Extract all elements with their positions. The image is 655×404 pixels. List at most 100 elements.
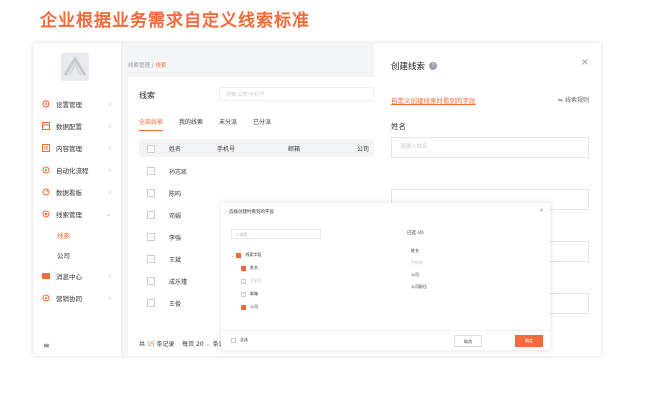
field-picker-dialog: 选择创建时看到的字段 × ⌕ 搜索 ⌄ 线索字段 姓名 手机号 邮箱 公司 已选 … [221,203,550,350]
pager-count: 15 [146,341,155,348]
sidebar-item-label: 消息中心 [56,273,82,281]
sidebar-item-label: 设置管理 [56,101,82,109]
tab-all-clues[interactable]: 全部线索 [139,117,164,131]
tab-my-clues[interactable]: 我的线索 [179,117,203,131]
dashboard-icon [42,188,50,196]
dialog-cancel-button[interactable]: 取消 [454,335,482,347]
clue-rule-label: 线索规则 [564,97,589,104]
content-icon [42,144,50,152]
row-checkbox[interactable] [147,167,155,175]
customize-fields-link[interactable]: 自定义创建线索时看到的字段 [391,95,476,105]
sidebar-item-content[interactable]: 内容管理 › [33,137,121,159]
pager-suffix: 条记录 [156,341,175,348]
row-checkbox[interactable] [147,255,155,263]
chevron-down-icon[interactable]: ⌄ [206,341,211,348]
per-page-select[interactable]: 20 [196,341,204,348]
row-name: 邓娟 [169,213,182,220]
row-checkbox[interactable] [147,189,155,197]
chevron-right-icon: › [108,144,111,152]
tree-item-name[interactable]: 姓名 [241,265,258,271]
tree-item-email[interactable]: 邮箱 [241,291,258,297]
chevron-right-icon: › [108,166,111,174]
selected-count-title: 已选 (4) [407,231,424,236]
name-field[interactable]: 请输入姓名 [391,137,589,158]
help-icon[interactable]: ? [429,62,438,70]
sidebar-nav: 设置管理 › 数据配置 › 内容管理 › 自动化流程 › 数据看板 › 线索管理… [33,93,121,309]
tree-item-phone[interactable]: 手机号 [241,278,262,284]
name-label: 姓名 [391,122,406,131]
row-name: 王斌 [169,257,182,264]
tree-label: 姓名 [250,265,258,270]
sidebar-item-settings[interactable]: 设置管理 › [33,93,121,115]
table-row[interactable]: 孙志凯 [139,161,374,181]
breadcrumb-parent[interactable]: 线索管理 [128,63,150,69]
table-header: 姓名 手机号 邮箱 公司 [139,139,374,157]
sidebar-item-label: 线索管理 [56,211,82,219]
tree-checkbox[interactable] [241,278,246,284]
pager-per-page-label: 每页 [182,341,195,348]
collapse-menu-icon[interactable]: ≡ [43,341,50,350]
sidebar-item-data-config[interactable]: 数据配置 › [33,115,121,137]
tab-assigned[interactable]: 已分派 [253,117,271,131]
selected-item[interactable]: 姓名 [411,248,419,254]
sidebar-item-marketing[interactable]: 营销协同 › [33,287,121,309]
pagination: 共 15 条记录 每页 20 ⌄ 条记录 [139,339,231,348]
row-name: 孙志凯 [169,169,188,176]
row-checkbox[interactable] [147,233,155,241]
tree-item-clue-fields[interactable]: ⌄ 线索字段 [231,252,261,258]
select-all-option[interactable]: 全选 [231,337,248,343]
search-input[interactable]: 线索/公司/手机号 [219,87,374,101]
column-header-company: 公司 [357,146,370,153]
chevron-right-icon: › [108,122,111,130]
dialog-title: 选择创建时看到的字段 [229,210,274,215]
sidebar-subitem-clue[interactable]: 线索 [33,225,121,245]
chevron-right-icon: › [108,272,111,280]
selected-item[interactable]: 手机号 [411,260,423,266]
clue-rule-link[interactable]: ⇋ 线索规则 [558,95,589,104]
table-row[interactable]: 陈昀 [139,183,374,203]
pager-prefix: 共 [139,341,146,348]
clue-tabs: 全部线索 我的线索 未分派 已分派 [139,117,287,131]
rule-icon: ⇋ [558,97,564,104]
dialog-search-input[interactable]: ⌕ 搜索 [231,229,321,239]
row-checkbox[interactable] [147,299,155,307]
close-icon[interactable]: × [539,207,544,214]
tree-checkbox[interactable] [236,252,242,258]
chevron-right-icon: › [108,188,111,196]
clue-icon [42,210,50,218]
selected-item[interactable]: 公司职位 [411,284,427,290]
dialog-confirm-button[interactable]: 确定 [515,335,543,347]
breadcrumb-separator: / [151,63,154,69]
tree-checkbox[interactable] [241,304,246,310]
settings-icon [42,100,50,108]
sidebar-item-automation[interactable]: 自动化流程 › [33,159,121,181]
row-checkbox[interactable] [147,211,155,219]
sidebar-item-label: 数据看板 [56,189,82,197]
close-icon[interactable]: × [581,57,589,68]
tree-item-company[interactable]: 公司 [241,304,258,310]
sidebar-item-label: 营销协同 [56,295,82,303]
tab-unassigned[interactable]: 未分派 [219,117,237,131]
sidebar-item-clue-management[interactable]: 线索管理 ⌄ [33,203,121,225]
tree-checkbox[interactable] [241,265,246,271]
tree-label: 邮箱 [250,291,258,296]
tree-label: 线索字段 [245,252,262,257]
sidebar-subitem-company[interactable]: 公司 [33,245,121,265]
chevron-down-icon: ⌄ [231,252,235,258]
sidebar-item-messages[interactable]: 消息中心 › [33,265,121,287]
selected-item[interactable]: 公司 [411,272,419,278]
flow-icon [42,166,50,174]
sidebar-item-dashboard[interactable]: 数据看板 › [33,181,121,203]
page-headline: 企业根据业务需求自定义线索标准 [40,11,310,31]
message-icon [42,272,50,280]
column-header-phone: 手机号 [217,146,236,153]
chevron-down-icon: ⌄ [105,210,111,218]
sidebar-item-label: 自动化流程 [56,167,89,175]
select-all-checkbox[interactable] [231,337,236,343]
select-all-checkbox[interactable] [147,145,155,153]
row-checkbox[interactable] [147,277,155,285]
marketing-icon [42,294,50,302]
sidebar-item-label: 数据配置 [56,123,82,131]
tree-checkbox[interactable] [241,291,246,297]
select-all-label: 全选 [240,337,248,342]
